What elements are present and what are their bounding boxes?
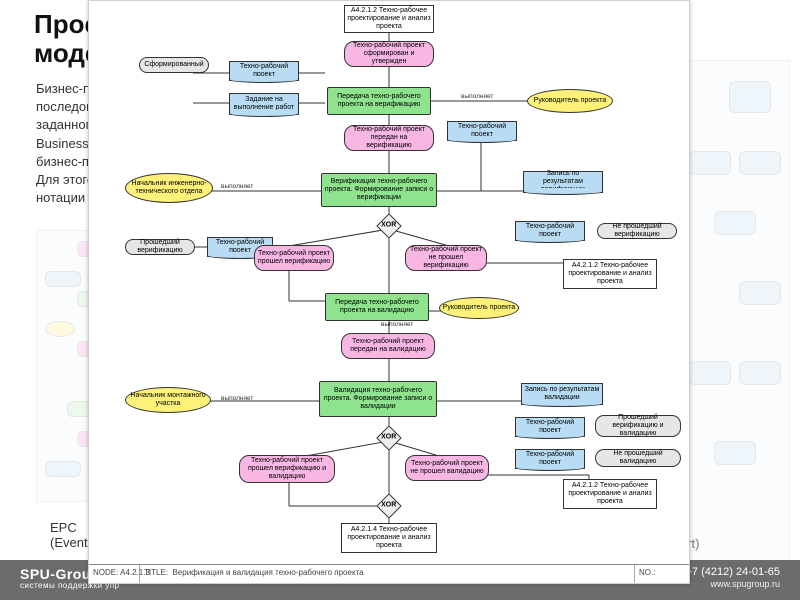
doc-trp-np-val: Техно-рабочий проект bbox=[515, 449, 585, 469]
doc-record-verification: Запись по результатам верификации bbox=[523, 171, 603, 193]
ref-process-bottom: A4.2.1.4 Техно-рабочее проектирование и … bbox=[341, 523, 437, 553]
status-passed-verification: Прошедший верификацию bbox=[125, 239, 195, 255]
gateway-xor-3: XOR bbox=[376, 493, 401, 518]
fn-transfer-verification: Передача техно-рабочего проекта на вериф… bbox=[327, 87, 431, 115]
doc-record-validation: Запись по результатам валидации bbox=[521, 383, 603, 405]
event-sent-validation: Техно-рабочий проект передан на валидаци… bbox=[341, 333, 435, 359]
label-performs-4: выполняет bbox=[221, 395, 253, 402]
diagram-sheet: A4.2.1.2 Техно-рабочее проектирование и … bbox=[88, 0, 690, 584]
status-formed: Сформированный bbox=[139, 57, 209, 73]
gateway-xor-1: XOR bbox=[376, 213, 401, 238]
doc-trp-np-ver: Техно-рабочий проект bbox=[515, 221, 585, 241]
gateway-xor-2: XOR bbox=[376, 425, 401, 450]
fn-transfer-validation: Передача техно-рабочего проекта на валид… bbox=[325, 293, 429, 321]
tb-title-label: TITLE: bbox=[144, 568, 168, 577]
fn-verification: Верификация техно-рабочего проекта. Форм… bbox=[321, 173, 437, 207]
org-project-manager-1: Руководитель проекта bbox=[527, 89, 613, 113]
label-performs-2: выполняет bbox=[221, 183, 253, 190]
org-nito: Начальник инженерно-технического отдела bbox=[125, 173, 213, 203]
event-both-ok: Техно-рабочий проект прошел верификацию … bbox=[239, 455, 335, 483]
status-np-validation: Не прошедший валидацию bbox=[595, 449, 681, 467]
faint-diagram-right bbox=[678, 60, 790, 562]
label-epc-line1: EPC bbox=[50, 520, 77, 535]
doc-trp-ok: Техно-рабочий проект bbox=[515, 417, 585, 437]
doc-trp-1: Техно-рабочий проект bbox=[229, 61, 299, 81]
event-validation-fail: Техно-рабочий проект не прошел валидацию bbox=[405, 455, 489, 481]
ref-process-low: A4.2.1.2 Техно-рабочее проектирование и … bbox=[563, 479, 657, 509]
ref-process-mid: A4.2.1.2 Техно-рабочее проектирование и … bbox=[563, 259, 657, 289]
status-np-verification: Не прошедший верификацию bbox=[597, 223, 677, 239]
fn-validation: Валидация техно-рабочего проекта. Формир… bbox=[319, 381, 437, 417]
ref-process-top: A4.2.1.2 Техно-рабочее проектирование и … bbox=[344, 5, 434, 33]
event-sent-verification: Техно-рабочий проект передан на верифика… bbox=[344, 125, 434, 151]
event-verification-ok: Техно-рабочий проект прошел верификацию bbox=[254, 245, 334, 271]
label-performs-1: выполняет bbox=[461, 93, 493, 100]
org-nmu: Начальник монтажного участка bbox=[125, 387, 211, 413]
title-block: NODE: A4.2.1.3 TITLE: Верификация и вали… bbox=[89, 564, 689, 583]
doc-trp-2: Техно-рабочий проект bbox=[447, 121, 517, 141]
org-project-manager-2: Руководитель проекта bbox=[439, 297, 519, 319]
label-performs-3: выполняет bbox=[381, 321, 413, 328]
tb-title-value: Верификация и валидация техно-рабочего п… bbox=[172, 568, 363, 577]
status-both-ok: Прошедший верификацию и валидацию bbox=[595, 415, 681, 437]
event-trp-formed: Техно-рабочий проект сформирован и утвер… bbox=[344, 41, 434, 67]
tb-node-label: NODE: bbox=[93, 568, 118, 577]
tb-no-label: NO.: bbox=[639, 568, 655, 577]
doc-task: Задание на выполнение работ bbox=[229, 93, 299, 115]
event-verification-fail: Техно-рабочий проект не прошел верификац… bbox=[405, 245, 487, 271]
